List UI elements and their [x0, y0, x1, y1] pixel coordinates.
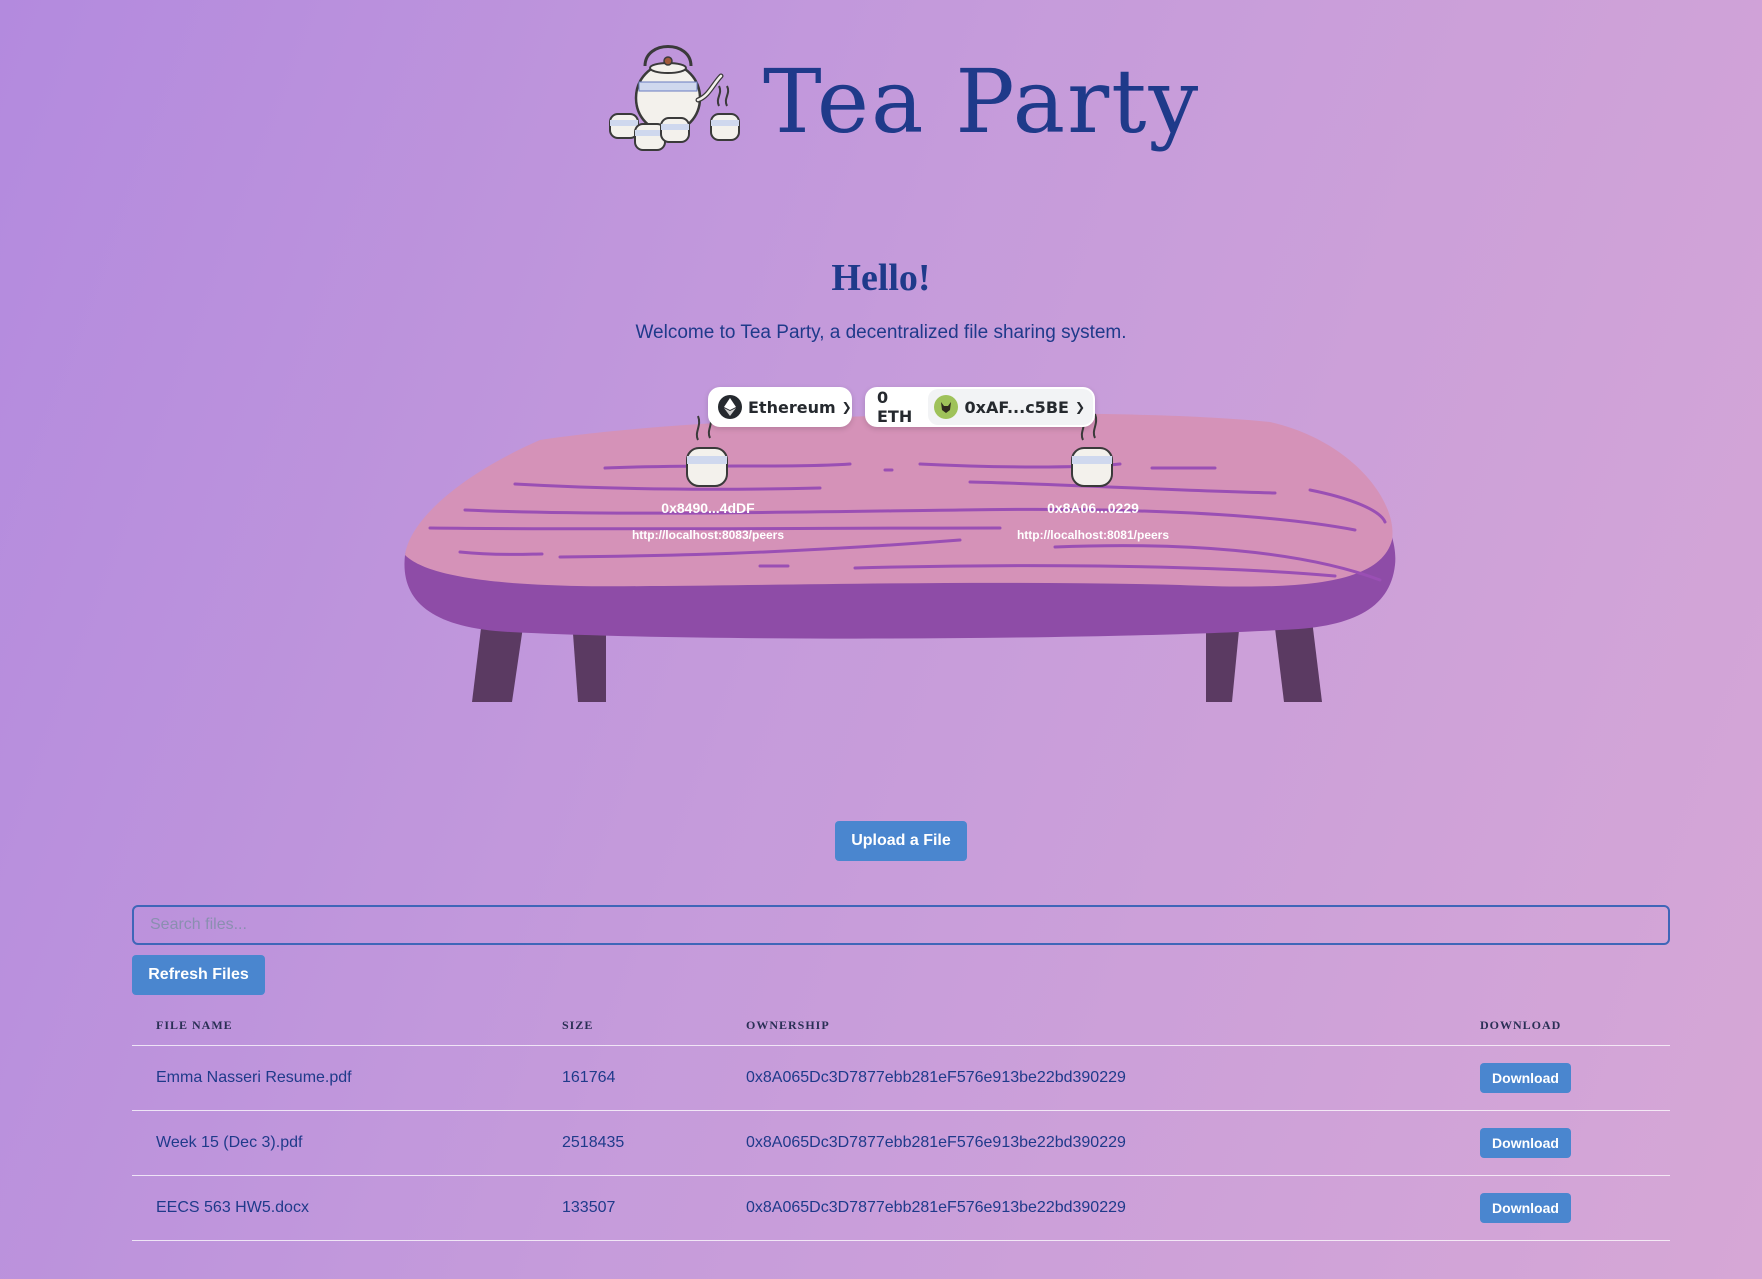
table-top [405, 413, 1393, 587]
chevron-down-icon: ❯ [1074, 400, 1085, 414]
file-size-cell: 161764 [538, 1045, 722, 1111]
file-name-cell: Emma Nasseri Resume.pdf [132, 1045, 538, 1111]
account-address: 0xAF...c5BE [964, 397, 1069, 417]
download-cell: Download [1456, 1110, 1670, 1176]
peer-url: http://localhost:8083/peers [631, 528, 785, 542]
account-button[interactable]: 0 ETH 0xAF...c5BE ❯ [865, 387, 1095, 427]
table-row: Emma Nasseri Resume.pdf 161764 0x8A065Dc… [132, 1045, 1670, 1111]
ethereum-icon [718, 395, 742, 419]
download-button[interactable]: Download [1480, 1193, 1571, 1223]
download-button[interactable]: Download [1480, 1063, 1571, 1093]
download-cell: Download [1456, 1175, 1670, 1241]
download-button[interactable]: Download [1480, 1128, 1571, 1158]
refresh-files-button[interactable]: Refresh Files [132, 955, 265, 995]
files-table: FILE NAME SIZE OWNERSHIP DOWNLOAD Emma N… [132, 1005, 1670, 1241]
table-header-row: FILE NAME SIZE OWNERSHIP DOWNLOAD [132, 1005, 1670, 1046]
column-header-size: SIZE [538, 1005, 722, 1046]
peer-card: 0x8490...4dDF http://localhost:8083/peer… [598, 500, 818, 542]
table-row: Week 15 (Dec 3).pdf 2518435 0x8A065Dc3D7… [132, 1110, 1670, 1176]
file-owner-cell: 0x8A065Dc3D7877ebb281eF576e913be22bd3902… [722, 1045, 1456, 1111]
peer-card: 0x8A06...0229 http://localhost:8081/peer… [983, 500, 1203, 542]
table-row: EECS 563 HW5.docx 133507 0x8A065Dc3D7877… [132, 1175, 1670, 1241]
file-name-cell: EECS 563 HW5.docx [132, 1175, 538, 1241]
wallet-balance: 0 ETH [877, 388, 913, 426]
account-address-chip: 0xAF...c5BE ❯ [927, 389, 1093, 425]
app-header: Tea Party [605, 40, 1198, 160]
chevron-down-icon: ❯ [841, 400, 852, 414]
peer-url: http://localhost:8081/peers [1016, 528, 1170, 542]
column-header-ownership: OWNERSHIP [722, 1005, 1456, 1046]
teapot-logo-icon [609, 45, 740, 151]
table-leg [1274, 620, 1322, 702]
file-size-cell: 2518435 [538, 1110, 722, 1176]
search-files-input[interactable] [132, 905, 1670, 945]
greeting-heading: Hello! [831, 257, 931, 299]
column-header-download: DOWNLOAD [1456, 1005, 1670, 1046]
file-owner-cell: 0x8A065Dc3D7877ebb281eF576e913be22bd3902… [722, 1175, 1456, 1241]
welcome-text: Welcome to Tea Party, a decentralized fi… [635, 322, 1127, 343]
account-avatar-icon [933, 395, 958, 419]
app-title: Tea Party [763, 50, 1201, 153]
column-header-file-name: FILE NAME [132, 1005, 538, 1046]
download-cell: Download [1456, 1045, 1670, 1111]
network-label: Ethereum [748, 397, 836, 417]
upload-file-button[interactable]: Upload a File [835, 821, 967, 861]
file-owner-cell: 0x8A065Dc3D7877ebb281eF576e913be22bd3902… [722, 1110, 1456, 1176]
network-selector-button[interactable]: Ethereum ❯ [708, 387, 852, 427]
peer-address: 0x8490...4dDF [661, 500, 755, 516]
file-name-cell: Week 15 (Dec 3).pdf [132, 1110, 538, 1176]
peer-address: 0x8A06...0229 [1047, 500, 1139, 516]
file-size-cell: 133507 [538, 1175, 722, 1241]
tea-table-illustration [404, 413, 1396, 702]
